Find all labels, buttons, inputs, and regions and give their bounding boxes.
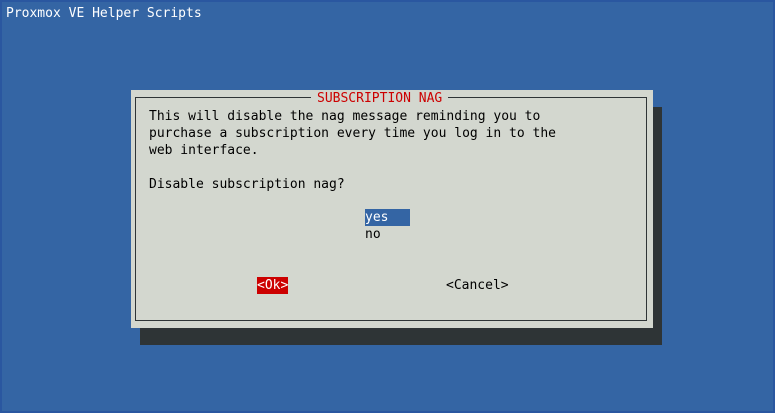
dialog-question: Disable subscription nag? xyxy=(149,177,345,192)
cancel-button[interactable]: <Cancel> xyxy=(446,277,509,294)
dialog-title: SUBSCRIPTION NAG xyxy=(311,90,449,108)
ok-button[interactable]: <Ok> xyxy=(257,277,289,294)
terminal-screen: Proxmox VE Helper Scripts SUBSCRIPTION N… xyxy=(0,0,775,413)
options-menu: yes no xyxy=(365,209,410,243)
dialog-box: SUBSCRIPTION NAG This will disable the n… xyxy=(131,90,653,328)
dialog-message: This will disable the nag message remind… xyxy=(149,109,556,158)
option-yes[interactable]: yes xyxy=(365,209,410,226)
backtitle: Proxmox VE Helper Scripts xyxy=(6,6,202,21)
option-no[interactable]: no xyxy=(365,226,410,243)
